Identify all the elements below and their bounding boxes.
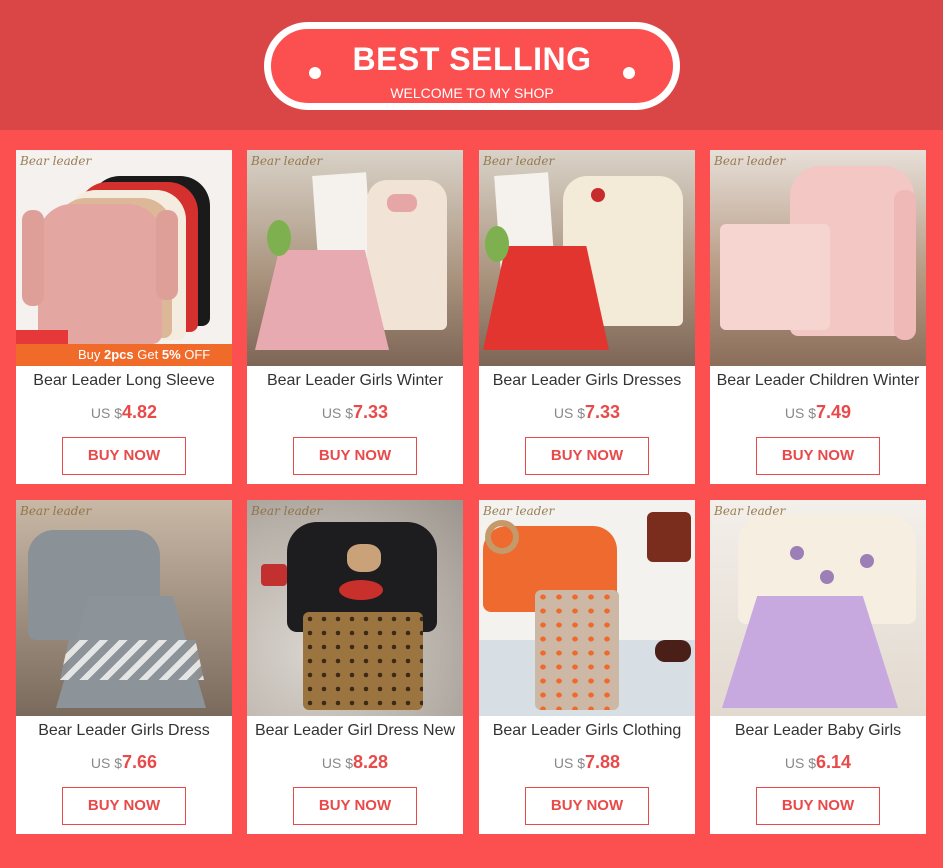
- brand-logo: Bear leader: [251, 154, 323, 168]
- product-price: US $4.82: [16, 402, 232, 423]
- price-amount: 7.88: [585, 752, 621, 772]
- promo-text-prefix: Buy: [78, 347, 105, 362]
- product-price: US $7.33: [247, 402, 463, 423]
- buy-now-button[interactable]: BUY NOW: [62, 787, 186, 825]
- product-image[interactable]: Bear leader: [479, 150, 695, 366]
- buy-now-button[interactable]: BUY NOW: [62, 437, 186, 475]
- product-card[interactable]: Bear leader Bear Leader Girls Winter US …: [247, 150, 463, 484]
- product-image[interactable]: Bear leader: [16, 500, 232, 716]
- header-band: BEST SELLING WELCOME TO MY SHOP: [0, 0, 943, 130]
- price-currency: US $: [784, 405, 817, 421]
- product-name[interactable]: Bear Leader Children Winter: [710, 372, 926, 390]
- promo-qty: 2pcs: [104, 347, 134, 362]
- product-name[interactable]: Bear Leader Girls Winter: [247, 372, 463, 390]
- buy-now-button[interactable]: BUY NOW: [756, 437, 880, 475]
- promo-text-mid: Get: [133, 347, 162, 362]
- price-currency: US $: [553, 405, 586, 421]
- promo-pct: 5%: [161, 347, 181, 362]
- banner-subtitle: WELCOME TO MY SHOP: [390, 85, 554, 101]
- promo-text-suffix: OFF: [180, 347, 211, 362]
- product-image[interactable]: Bear leader: [479, 500, 695, 716]
- product-image[interactable]: Bear leader: [247, 500, 463, 716]
- product-card[interactable]: Bear leader Bear Leader Children Winter …: [710, 150, 926, 484]
- buy-now-button[interactable]: BUY NOW: [293, 787, 417, 825]
- price-amount: 6.14: [816, 752, 852, 772]
- product-price: US $7.49: [710, 402, 926, 423]
- price-amount: 7.33: [353, 402, 389, 422]
- promo-strip: Buy 2pcs Get 5% OFF: [16, 344, 232, 366]
- buy-now-button[interactable]: BUY NOW: [525, 437, 649, 475]
- product-card[interactable]: Bear leader Bear Leader Girl Dress New U…: [247, 500, 463, 834]
- product-name[interactable]: Bear Leader Girls Clothing: [479, 722, 695, 740]
- buy-now-button[interactable]: BUY NOW: [756, 787, 880, 825]
- brand-logo: Bear leader: [714, 504, 786, 518]
- price-amount: 4.82: [122, 402, 158, 422]
- product-price: US $7.33: [479, 402, 695, 423]
- brand-logo: Bear leader: [20, 154, 92, 168]
- product-image[interactable]: Bear leader: [710, 150, 926, 366]
- product-price: US $7.66: [16, 752, 232, 773]
- brand-logo: Bear leader: [483, 154, 555, 168]
- buy-now-button[interactable]: BUY NOW: [293, 437, 417, 475]
- brand-logo: Bear leader: [483, 504, 555, 518]
- brand-logo: Bear leader: [251, 504, 323, 518]
- product-card[interactable]: Bear leader Bear Leader Baby Girls US $6…: [710, 500, 926, 834]
- price-amount: 8.28: [353, 752, 389, 772]
- product-card[interactable]: Free Buy 2pcs Get 5% OFF Bear leader Bea…: [16, 150, 232, 484]
- price-currency: US $: [784, 755, 817, 771]
- brand-logo: Bear leader: [714, 154, 786, 168]
- product-price: US $7.88: [479, 752, 695, 773]
- product-name[interactable]: Bear Leader Girl Dress New: [247, 722, 463, 740]
- price-currency: US $: [321, 755, 354, 771]
- product-name[interactable]: Bear Leader Baby Girls: [710, 722, 926, 740]
- price-amount: 7.49: [816, 402, 852, 422]
- banner-title: BEST SELLING: [352, 41, 592, 77]
- product-image[interactable]: Free Buy 2pcs Get 5% OFF Bear leader: [16, 150, 232, 366]
- product-card[interactable]: Bear leader Bear Leader Girls Dresses US…: [479, 150, 695, 484]
- product-card[interactable]: Bear leader Bear Leader Girls Dress US $…: [16, 500, 232, 834]
- product-name[interactable]: Bear Leader Long Sleeve: [16, 372, 232, 390]
- price-currency: US $: [90, 755, 123, 771]
- best-selling-banner: BEST SELLING WELCOME TO MY SHOP: [264, 22, 680, 110]
- price-currency: US $: [90, 405, 123, 421]
- buy-now-button[interactable]: BUY NOW: [525, 787, 649, 825]
- price-amount: 7.33: [585, 402, 621, 422]
- product-name[interactable]: Bear Leader Girls Dress: [16, 722, 232, 740]
- price-amount: 7.66: [122, 752, 158, 772]
- price-currency: US $: [553, 755, 586, 771]
- product-image[interactable]: Bear leader: [710, 500, 926, 716]
- product-card[interactable]: Bear leader Bear Leader Girls Clothing U…: [479, 500, 695, 834]
- product-price: US $6.14: [710, 752, 926, 773]
- brand-logo: Bear leader: [20, 504, 92, 518]
- price-currency: US $: [321, 405, 354, 421]
- product-price: US $8.28: [247, 752, 463, 773]
- product-name[interactable]: Bear Leader Girls Dresses: [479, 372, 695, 390]
- product-image[interactable]: Bear leader: [247, 150, 463, 366]
